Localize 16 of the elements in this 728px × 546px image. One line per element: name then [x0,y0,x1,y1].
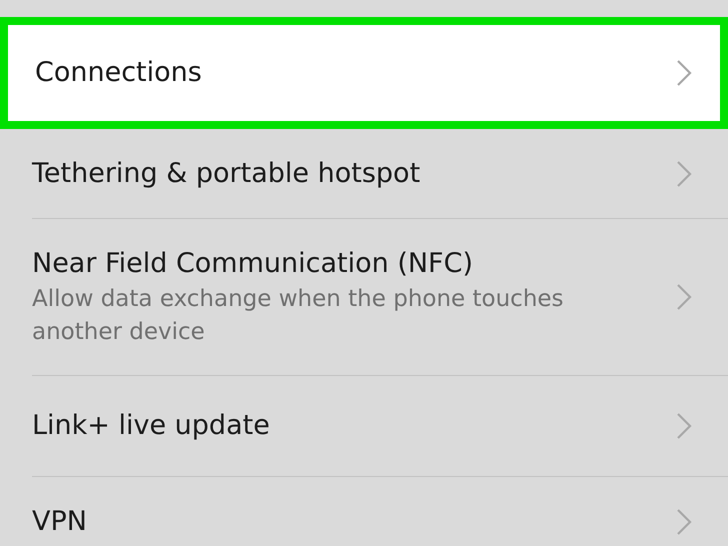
chevron-right-icon [676,160,692,188]
item-title: Tethering & portable hotspot [32,156,420,190]
chevron-right-icon [676,283,692,311]
item-title: Link+ live update [32,409,270,443]
item-title: VPN [32,504,87,538]
chevron-right-icon [676,59,692,87]
item-subtitle: Allow data exchange when the phone touches another device [32,285,565,347]
chevron-right-icon [676,412,692,440]
chevron-right-icon [676,508,692,536]
settings-item[interactable]: Tethering & portable hotspot [32,129,728,219]
settings-item[interactable]: VPN [32,477,728,546]
settings-item[interactable]: Near Field Communication (NFC) Allow data exchange when the phone touches another device [32,219,728,376]
item-title: Connections [35,56,202,90]
settings-item[interactable]: Connections [0,17,728,129]
item-title: Near Field Communication (NFC) [32,247,474,281]
settings-item[interactable]: Link+ live update [32,376,728,477]
